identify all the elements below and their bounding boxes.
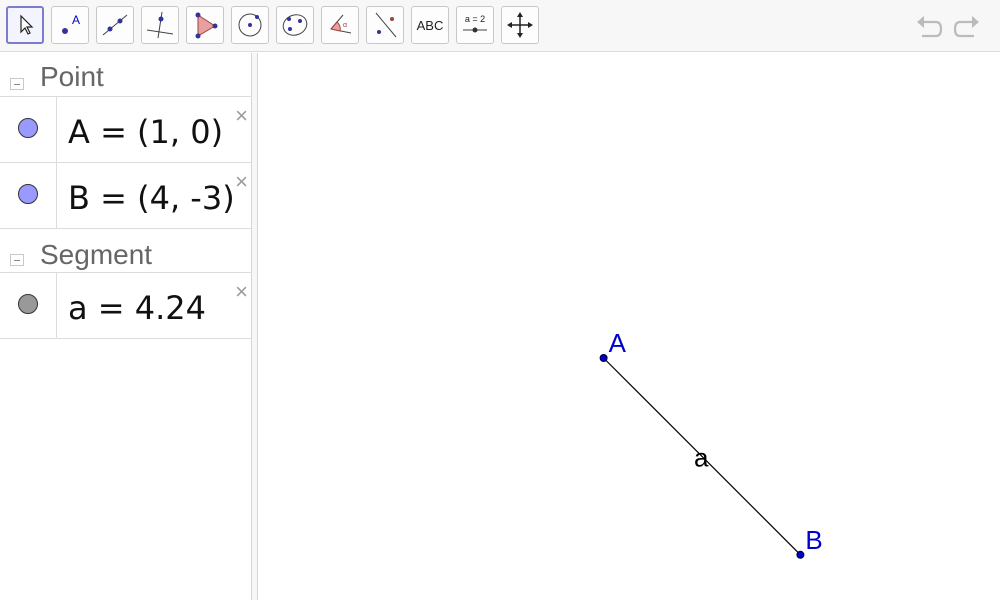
text-tool-button[interactable]: ABC bbox=[411, 6, 449, 44]
delete-icon[interactable]: × bbox=[235, 105, 248, 127]
angle-tool-button[interactable]: α bbox=[321, 6, 359, 44]
marble-cell bbox=[0, 163, 57, 228]
visibility-toggle[interactable] bbox=[18, 184, 38, 204]
slider-tool-label: a = 2 bbox=[465, 14, 485, 24]
line-tool-button[interactable] bbox=[96, 6, 134, 44]
redo-icon bbox=[953, 16, 979, 38]
delete-icon[interactable]: × bbox=[235, 171, 248, 193]
category-header-segment[interactable]: Segment bbox=[0, 229, 252, 273]
marble-cell bbox=[0, 97, 57, 162]
visibility-toggle[interactable] bbox=[18, 294, 38, 314]
undo-button[interactable] bbox=[914, 12, 944, 45]
visibility-toggle[interactable] bbox=[18, 118, 38, 138]
move-tool-button[interactable] bbox=[6, 6, 44, 44]
point-a[interactable] bbox=[599, 354, 608, 362]
slider-icon: a = 2 bbox=[463, 14, 487, 33]
marble-cell bbox=[0, 273, 57, 338]
point-label: B bbox=[805, 525, 822, 555]
slider-tool-button[interactable]: a = 2 bbox=[456, 6, 494, 44]
algebra-row-point-b[interactable]: B = (4, -3) × bbox=[0, 163, 252, 229]
ellipse-icon bbox=[282, 14, 308, 36]
conic-tool-button[interactable] bbox=[276, 6, 314, 44]
reflect-icon bbox=[375, 12, 397, 38]
graphics-canvas[interactable]: a A B bbox=[258, 53, 1000, 600]
algebra-row-segment-a[interactable]: a = 4.24 × bbox=[0, 273, 252, 339]
cursor-icon bbox=[20, 14, 34, 35]
graphics-view[interactable]: a A B bbox=[258, 53, 1000, 600]
text-icon: ABC bbox=[416, 17, 444, 33]
algebra-row-point-a[interactable]: A = (1, 0) × bbox=[0, 97, 252, 163]
delete-icon[interactable]: × bbox=[235, 281, 248, 303]
reflect-tool-button[interactable] bbox=[366, 6, 404, 44]
circle-center-icon bbox=[238, 13, 262, 37]
algebra-row-text[interactable]: B = (4, -3) bbox=[68, 179, 235, 217]
point-label: A bbox=[609, 328, 627, 358]
polygon-icon bbox=[195, 12, 218, 39]
algebra-view: Point A = (1, 0) × B = (4, -3) × Segment… bbox=[0, 53, 252, 600]
segment-label: a bbox=[694, 442, 709, 472]
perpendicular-icon bbox=[146, 11, 174, 39]
algebra-row-text[interactable]: a = 4.24 bbox=[68, 289, 206, 327]
point-b[interactable] bbox=[796, 550, 805, 559]
toolbar: A α ABC a = 2 bbox=[0, 0, 1000, 52]
undo-icon bbox=[917, 16, 943, 38]
category-title: Point bbox=[40, 61, 104, 92]
category-header-point[interactable]: Point bbox=[0, 53, 252, 97]
algebra-row-text[interactable]: A = (1, 0) bbox=[68, 113, 223, 151]
redo-button[interactable] bbox=[952, 12, 982, 45]
perpendicular-line-tool-button[interactable] bbox=[141, 6, 179, 44]
point-icon: A bbox=[62, 13, 80, 34]
polygon-tool-button[interactable] bbox=[186, 6, 224, 44]
collapse-icon[interactable] bbox=[10, 254, 24, 266]
point-tool-label: A bbox=[72, 13, 80, 27]
line-icon bbox=[102, 14, 128, 36]
move-graphics-tool-button[interactable] bbox=[501, 6, 539, 44]
angle-icon: α bbox=[330, 14, 352, 34]
category-title: Segment bbox=[40, 239, 153, 270]
circle-tool-button[interactable] bbox=[231, 6, 269, 44]
svg-text:α: α bbox=[343, 22, 347, 29]
move-graphics-icon bbox=[507, 12, 533, 38]
point-tool-button[interactable]: A bbox=[51, 6, 89, 44]
collapse-icon[interactable] bbox=[10, 78, 24, 90]
